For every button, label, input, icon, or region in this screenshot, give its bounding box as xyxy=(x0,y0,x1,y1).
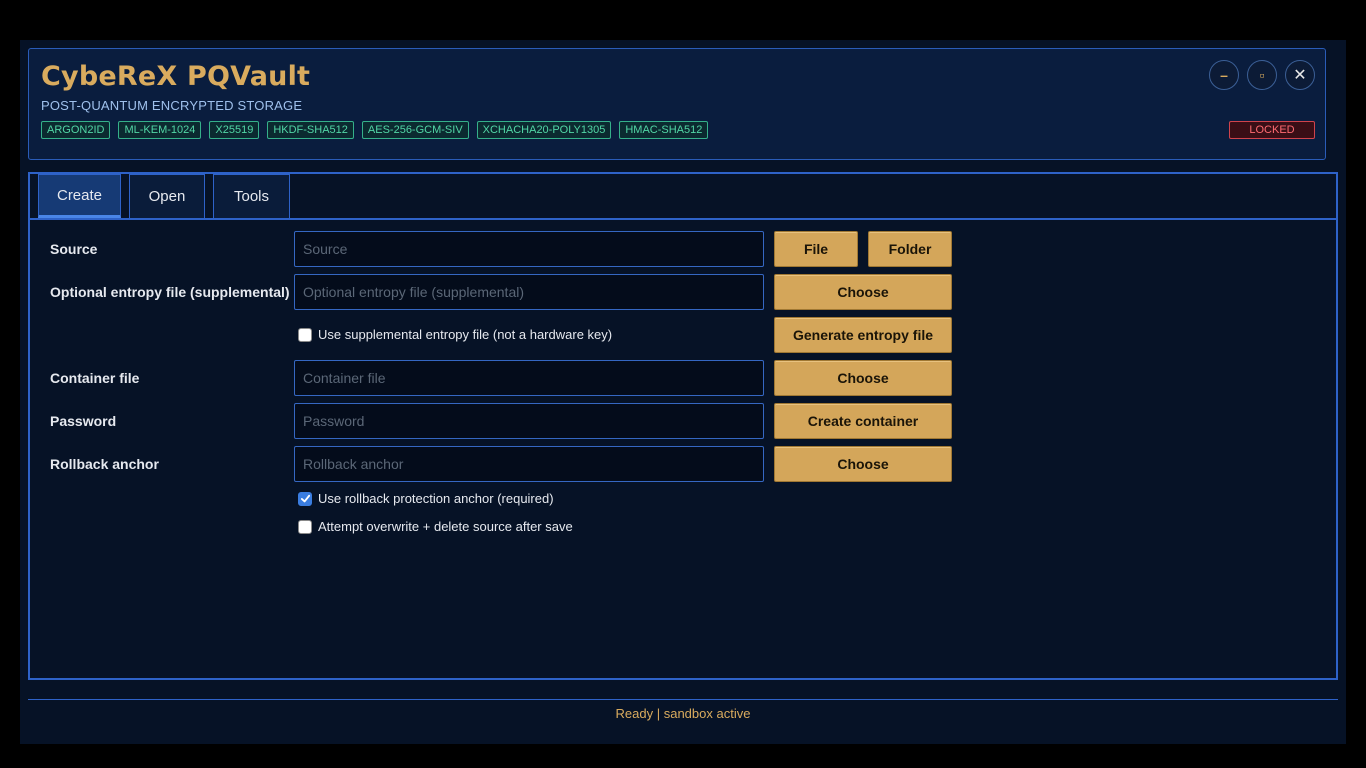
app-subtitle: POST-QUANTUM ENCRYPTED STORAGE xyxy=(41,98,303,113)
badge-x25519: X25519 xyxy=(209,121,260,139)
badge-xchacha: XCHACHA20-POLY1305 xyxy=(476,121,612,139)
minimize-button[interactable]: – xyxy=(1209,60,1239,90)
app-window: CybeReX PQVault POST-QUANTUM ENCRYPTED S… xyxy=(20,40,1346,744)
container-choose-button[interactable]: Choose xyxy=(774,360,952,396)
tab-panel: Create Open Tools Source File Folder Opt… xyxy=(28,172,1338,680)
password-label: Password xyxy=(50,413,117,429)
use-entropy-checkbox[interactable] xyxy=(298,327,312,342)
rollback-input[interactable] xyxy=(294,446,764,482)
close-icon: ✕ xyxy=(1293,67,1307,84)
checkmark-icon xyxy=(300,494,310,503)
source-file-button[interactable]: File xyxy=(774,231,858,267)
minimize-icon: – xyxy=(1220,67,1228,83)
password-input[interactable] xyxy=(294,403,764,439)
lock-status-badge: LOCKED xyxy=(1229,121,1315,139)
maximize-button[interactable]: ▫ xyxy=(1247,60,1277,90)
app-title: CybeReX PQVault xyxy=(41,61,311,92)
maximize-icon: ▫ xyxy=(1259,67,1265,83)
rollback-label: Rollback anchor xyxy=(50,456,159,472)
overwrite-option[interactable]: Attempt overwrite + delete source after … xyxy=(298,519,573,534)
overwrite-label: Attempt overwrite + delete source after … xyxy=(318,519,573,534)
entropy-label: Optional entropy file (supplemental) xyxy=(50,284,290,300)
close-button[interactable]: ✕ xyxy=(1285,60,1315,90)
tab-bar: Create Open Tools xyxy=(30,174,1336,220)
app-header: CybeReX PQVault POST-QUANTUM ENCRYPTED S… xyxy=(28,48,1326,160)
entropy-choose-button[interactable]: Choose xyxy=(774,274,952,310)
container-label: Container file xyxy=(50,370,140,386)
badge-ml-kem: ML-KEM-1024 xyxy=(118,121,202,139)
tab-tools[interactable]: Tools xyxy=(213,174,290,218)
badge-argon2id: ARGON2ID xyxy=(41,121,111,139)
entropy-input[interactable] xyxy=(294,274,764,310)
source-folder-button[interactable]: Folder xyxy=(868,231,952,267)
use-rollback-option[interactable]: Use rollback protection anchor (required… xyxy=(298,491,554,506)
badge-hmac: HMAC-SHA512 xyxy=(619,121,709,139)
tab-create[interactable]: Create xyxy=(38,174,121,218)
status-divider xyxy=(28,699,1338,700)
badge-aes: AES-256-GCM-SIV xyxy=(361,121,469,139)
use-entropy-label: Use supplemental entropy file (not a har… xyxy=(318,327,613,342)
tab-open[interactable]: Open xyxy=(129,174,205,218)
badge-hkdf: HKDF-SHA512 xyxy=(267,121,354,139)
create-container-button[interactable]: Create container xyxy=(774,403,952,439)
rollback-choose-button[interactable]: Choose xyxy=(774,446,952,482)
source-label: Source xyxy=(50,241,98,257)
algorithm-badges: ARGON2ID ML-KEM-1024 X25519 HKDF-SHA512 … xyxy=(41,121,709,139)
use-entropy-option[interactable]: Use supplemental entropy file (not a har… xyxy=(298,327,612,342)
overwrite-checkbox[interactable] xyxy=(298,519,312,534)
status-bar-text: Ready | sandbox active xyxy=(615,706,751,721)
source-input[interactable] xyxy=(294,231,764,267)
window-controls: – ▫ ✕ xyxy=(1209,60,1315,90)
use-rollback-checkbox[interactable] xyxy=(298,491,312,506)
container-input[interactable] xyxy=(294,360,764,396)
use-rollback-label: Use rollback protection anchor (required… xyxy=(318,491,554,506)
generate-entropy-button[interactable]: Generate entropy file xyxy=(774,317,952,353)
